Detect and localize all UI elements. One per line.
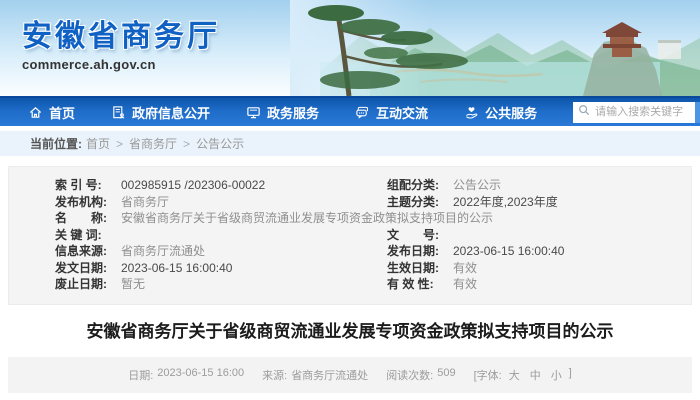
info-label: 文 号: — [387, 227, 453, 244]
font-size-switcher: [字体: 大 中 小 ] — [474, 367, 572, 383]
info-value: 有效 — [453, 276, 477, 293]
info-value: 公告公示 — [453, 177, 501, 194]
info-value: 2023-06-15 16:00:40 — [453, 243, 564, 260]
info-label: 有 效 性: — [387, 276, 453, 293]
font-size-small[interactable]: 小 — [551, 367, 562, 383]
source-label: 来源: — [262, 367, 287, 383]
breadcrumb-separator: > — [183, 137, 190, 151]
info-value: 安徽省商务厅关于省级商贸流通业发展专项资金政策拟支持项目的公示 — [121, 210, 493, 227]
breadcrumb-home[interactable]: 首页 — [86, 135, 110, 152]
search-box — [573, 102, 695, 123]
search-button[interactable]: 搜索 — [695, 102, 700, 123]
breadcrumb-separator: > — [116, 137, 123, 151]
breadcrumb-announcements[interactable]: 公告公示 — [196, 135, 244, 152]
site-logo[interactable]: 安徽省商务厅 commerce.ah.gov.cn — [22, 11, 220, 72]
info-row: 发文日期:2023-06-15 16:00:40 生效日期:有效 — [55, 260, 681, 277]
font-switcher-prefix: [字体: — [474, 367, 502, 383]
nav-item-interaction[interactable]: 互动交流 — [355, 103, 428, 122]
article-title: 安徽省商务厅关于省级商贸流通业发展专项资金政策拟支持项目的公示 — [0, 320, 700, 344]
article-views: 阅读次数: 509 — [386, 367, 455, 383]
date-value: 2023-06-15 16:00 — [157, 367, 244, 383]
nav-search: 搜索 — [573, 102, 700, 123]
breadcrumb-department[interactable]: 省商务厅 — [129, 135, 177, 152]
monitor-icon — [246, 105, 261, 120]
date-label: 日期: — [128, 367, 153, 383]
info-label: 索 引 号: — [55, 177, 121, 194]
nav-item-label: 政府信息公开 — [132, 103, 210, 122]
info-row: 信息来源:省商务厅流通处 发布日期:2023-06-15 16:00:40 — [55, 243, 681, 260]
info-value: 暂无 — [121, 276, 145, 293]
site-header: 安徽省商务厅 commerce.ah.gov.cn — [0, 0, 700, 96]
search-input[interactable] — [593, 105, 690, 119]
site-title: 安徽省商务厅 — [22, 11, 220, 55]
info-label: 组配分类: — [387, 177, 453, 194]
nav-item-home[interactable]: 首页 — [28, 103, 75, 122]
nav-item-gov-services[interactable]: 政务服务 — [246, 103, 319, 122]
breadcrumb: 当前位置: 首页 > 省商务厅 > 公告公示 — [0, 131, 700, 156]
site-url: commerce.ah.gov.cn — [22, 57, 220, 72]
info-value: 2022年度,2023年度 — [453, 194, 558, 211]
info-value: 有效 — [453, 260, 477, 277]
info-value: 省商务厅 — [121, 194, 169, 211]
info-row: 废止日期:暂无 有 效 性:有效 — [55, 276, 681, 293]
info-row: 名 称:安徽省商务厅关于省级商贸流通业发展专项资金政策拟支持项目的公示 — [55, 210, 681, 227]
info-row: 索 引 号:002985915 /202306-00022 组配分类:公告公示 — [55, 177, 681, 194]
home-icon — [28, 105, 43, 120]
info-value: 2023-06-15 16:00:40 — [121, 260, 232, 277]
info-label: 关 键 词: — [55, 227, 121, 244]
info-label: 信息来源: — [55, 243, 121, 260]
article-date: 日期: 2023-06-15 16:00 — [128, 367, 244, 383]
info-label: 名 称: — [55, 210, 121, 227]
search-icon — [578, 103, 590, 121]
chat-icon — [355, 105, 370, 120]
info-label: 主题分类: — [387, 194, 453, 211]
nav-item-label: 首页 — [49, 103, 75, 122]
info-value: 省商务厅流通处 — [121, 243, 205, 260]
source-value: 省商务厅流通处 — [291, 367, 368, 383]
views-label: 阅读次数: — [386, 367, 433, 383]
font-size-medium[interactable]: 中 — [530, 367, 541, 383]
font-size-large[interactable]: 大 — [509, 367, 520, 383]
article-meta-bar: 日期: 2023-06-15 16:00 来源: 省商务厅流通处 阅读次数: 5… — [8, 357, 692, 393]
info-label: 发文日期: — [55, 260, 121, 277]
document-info-panel: 索 引 号:002985915 /202306-00022 组配分类:公告公示 … — [8, 166, 692, 305]
nav-item-label: 政务服务 — [267, 103, 319, 122]
breadcrumb-prefix: 当前位置: — [30, 135, 82, 152]
info-value: 002985915 /202306-00022 — [121, 177, 265, 194]
info-label: 废止日期: — [55, 276, 121, 293]
document-icon — [111, 105, 126, 120]
nav-item-gov-info[interactable]: 政府信息公开 — [111, 103, 210, 122]
main-nav: 首页 政府信息公开 政务服务 互动交流 公共服务 搜索 — [0, 96, 700, 126]
info-label: 发布日期: — [387, 243, 453, 260]
article-source: 来源: 省商务厅流通处 — [262, 367, 368, 383]
info-label: 生效日期: — [387, 260, 453, 277]
info-row: 发布机构:省商务厅 主题分类:2022年度,2023年度 — [55, 194, 681, 211]
nav-item-label: 互动交流 — [376, 103, 428, 122]
nav-item-label: 公共服务 — [485, 103, 537, 122]
info-label: 发布机构: — [55, 194, 121, 211]
views-value: 509 — [437, 367, 455, 383]
hand-heart-icon — [464, 105, 479, 120]
info-row: 关 键 词: 文 号: — [55, 227, 681, 244]
font-switcher-suffix: ] — [569, 367, 572, 383]
nav-item-public-services[interactable]: 公共服务 — [464, 103, 537, 122]
